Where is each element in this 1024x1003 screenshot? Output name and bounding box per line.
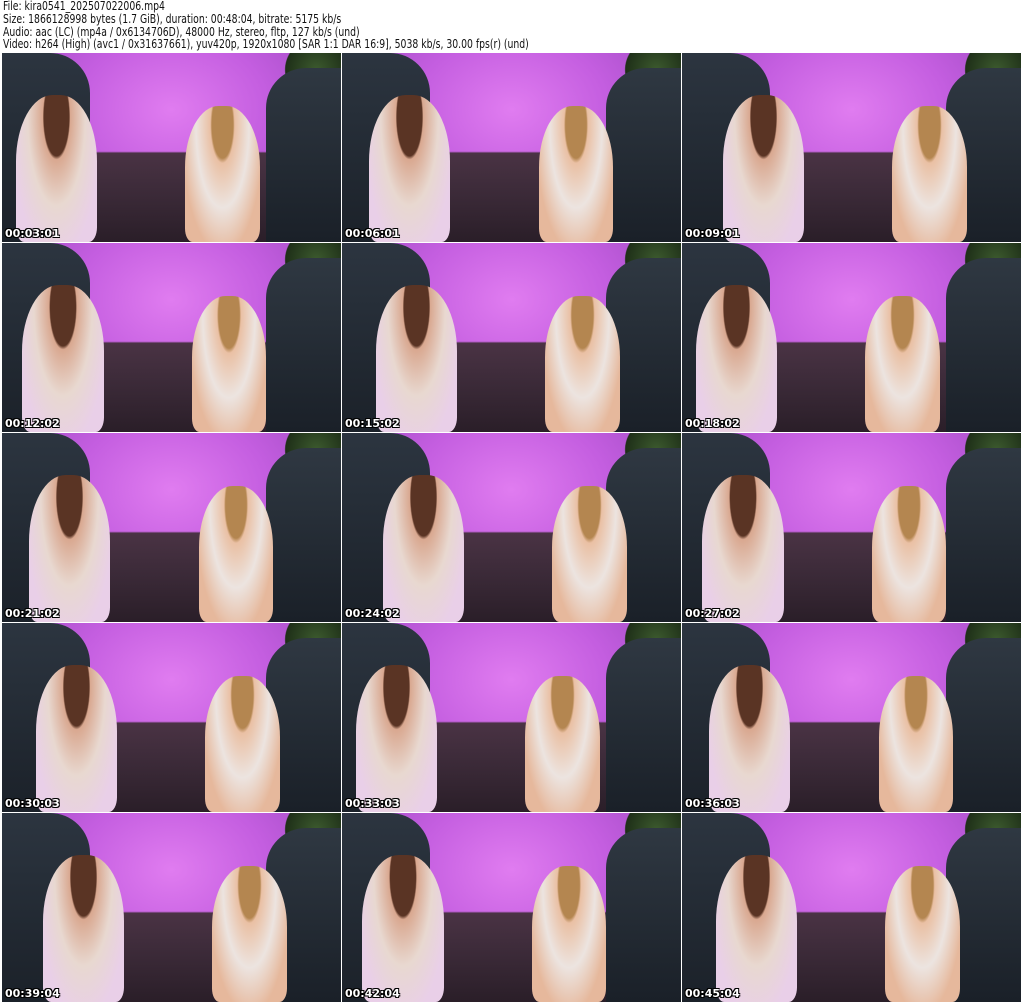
person-left <box>15 94 97 242</box>
person-right <box>198 485 274 622</box>
gaming-chair-right <box>606 638 681 812</box>
file-size-info: Size: 1866128998 bytes (1.7 GiB), durati… <box>3 11 342 26</box>
file-info-header: File: kira0541_202507022006.mp4 Size: 18… <box>3 0 529 51</box>
thumbnail-grid: 00:03:01 00:06:01 00:09:01 00:12:02 00:15:02… <box>2 53 1021 1002</box>
thumbnail-timestamp: 00:39:04 <box>5 987 60 1000</box>
person-left <box>382 474 465 622</box>
person-left <box>35 664 118 812</box>
file-name: File: kira0541_202507022006.mp4 <box>3 0 165 13</box>
person-right <box>185 105 260 242</box>
gaming-chair-right <box>946 448 1021 622</box>
video-thumbnail: 00:42:04 <box>342 813 681 1002</box>
person-left <box>42 854 125 1002</box>
thumbnail-timestamp: 00:18:02 <box>685 417 740 430</box>
thumbnail-timestamp: 00:45:04 <box>685 987 740 1000</box>
person-left <box>355 664 437 812</box>
thumbnail-timestamp: 00:09:01 <box>685 227 740 240</box>
person-left <box>702 474 784 622</box>
gaming-chair-right <box>266 448 341 622</box>
person-left <box>695 284 777 432</box>
person-right <box>212 865 287 1002</box>
thumbnail-timestamp: 00:12:02 <box>5 417 60 430</box>
person-right <box>885 865 960 1002</box>
video-info: Video: h264 (High) (avc1 / 0x31637661), … <box>3 37 529 52</box>
person-left <box>22 284 104 432</box>
person-right <box>538 105 614 242</box>
gaming-chair-right <box>946 258 1021 432</box>
gaming-chair-right <box>266 258 341 432</box>
video-thumbnail: 00:15:02 <box>342 243 681 432</box>
person-left <box>375 284 458 432</box>
thumbnail-timestamp: 00:30:03 <box>5 797 60 810</box>
gaming-chair-right <box>266 68 341 242</box>
gaming-chair-right <box>946 638 1021 812</box>
gaming-chair-right <box>606 828 681 1002</box>
person-left <box>362 854 444 1002</box>
person-right <box>878 675 954 812</box>
thumbnail-timestamp: 00:03:01 <box>5 227 60 240</box>
video-thumbnail: 00:12:02 <box>2 243 341 432</box>
person-right <box>525 675 600 812</box>
thumbnail-timestamp: 00:06:01 <box>345 227 400 240</box>
video-thumbnail: 00:30:03 <box>2 623 341 812</box>
video-thumbnail: 00:27:02 <box>682 433 1021 622</box>
person-right <box>865 295 940 432</box>
thumbnail-timestamp: 00:15:02 <box>345 417 400 430</box>
person-right <box>531 865 607 1002</box>
person-right <box>545 295 620 432</box>
person-right <box>205 675 280 812</box>
person-right <box>871 485 947 622</box>
thumbnail-timestamp: 00:42:04 <box>345 987 400 1000</box>
person-left <box>369 94 451 242</box>
thumbnail-timestamp: 00:33:03 <box>345 797 400 810</box>
thumbnail-timestamp: 00:27:02 <box>685 607 740 620</box>
video-thumbnail: 00:33:03 <box>342 623 681 812</box>
video-thumbnail: 00:24:02 <box>342 433 681 622</box>
video-thumbnail: 00:09:01 <box>682 53 1021 242</box>
video-thumbnail: 00:03:01 <box>2 53 341 242</box>
video-thumbnail: 00:06:01 <box>342 53 681 242</box>
thumbnail-timestamp: 00:21:02 <box>5 607 60 620</box>
person-left <box>29 474 111 622</box>
person-right <box>892 105 967 242</box>
video-thumbnail: 00:21:02 <box>2 433 341 622</box>
person-right <box>191 295 267 432</box>
thumbnail-timestamp: 00:24:02 <box>345 607 400 620</box>
person-left <box>715 854 798 1002</box>
video-thumbnail: 00:36:03 <box>682 623 1021 812</box>
gaming-chair-right <box>606 68 681 242</box>
person-left <box>709 664 791 812</box>
person-left <box>722 94 805 242</box>
person-right <box>552 485 627 622</box>
video-thumbnail: 00:18:02 <box>682 243 1021 432</box>
video-thumbnail: 00:45:04 <box>682 813 1021 1002</box>
thumbnail-timestamp: 00:36:03 <box>685 797 740 810</box>
video-thumbnail: 00:39:04 <box>2 813 341 1002</box>
